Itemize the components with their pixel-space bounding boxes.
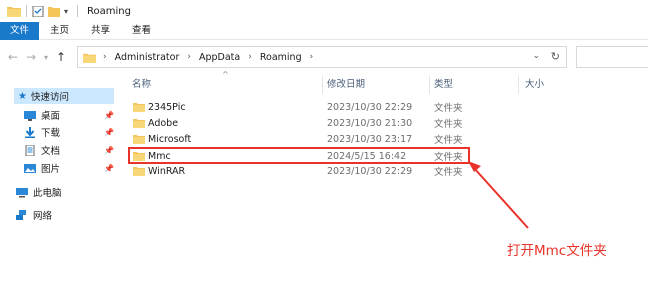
- annotation-label: 打开Mmc文件夹: [507, 243, 607, 259]
